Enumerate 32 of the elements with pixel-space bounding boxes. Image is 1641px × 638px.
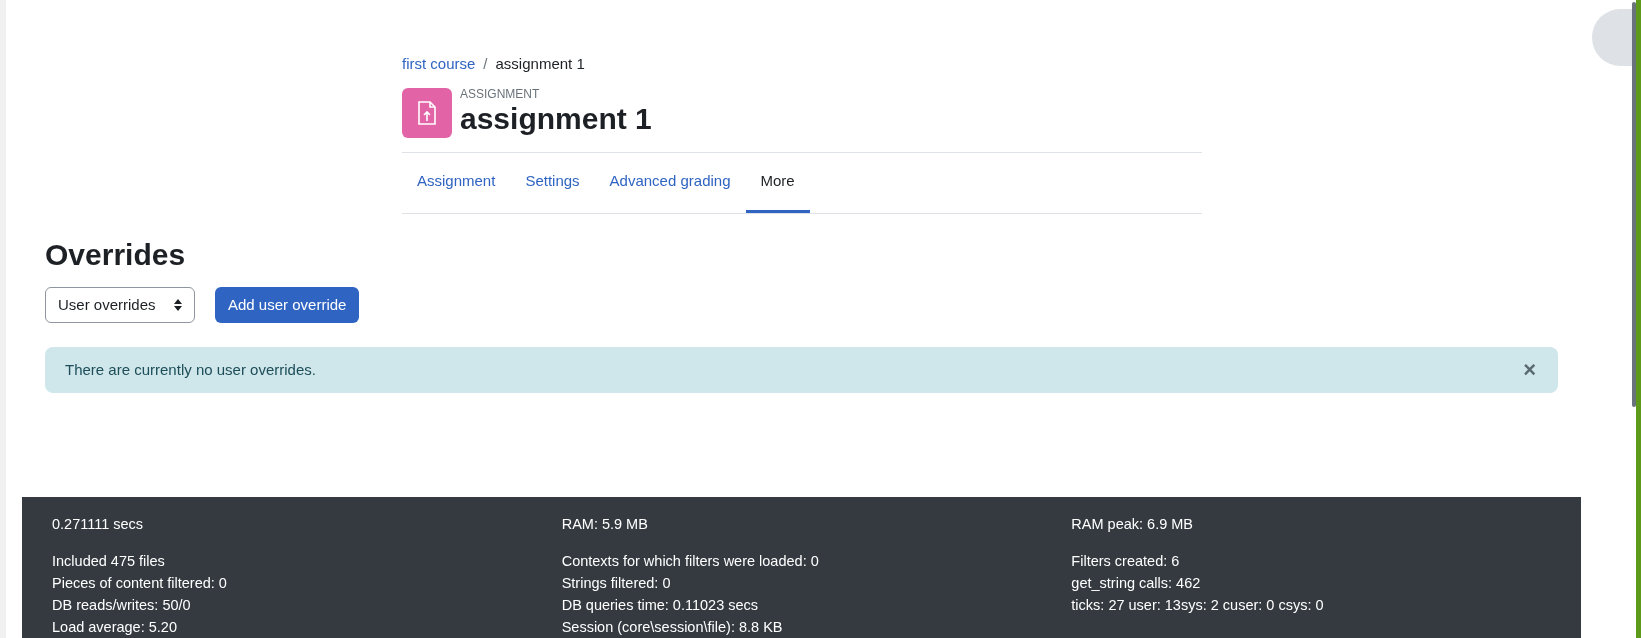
footer-stat: RAM peak: 6.9 MB <box>1071 515 1194 534</box>
file-upload-icon <box>402 88 452 138</box>
footer-stat: DB reads/writes: 50/0 <box>52 596 192 615</box>
activity-type-label: ASSIGNMENT <box>460 88 541 101</box>
nav-tab[interactable]: More <box>745 153 810 213</box>
footer-stat: Filters created: 6 <box>1071 552 1181 571</box>
alert-message: There are currently no user overrides. <box>65 359 316 380</box>
override-type-select[interactable]: User overrides <box>45 287 195 323</box>
nav-tab[interactable]: Assignment <box>402 153 511 213</box>
nav-tab[interactable]: Settings <box>510 153 595 213</box>
footer-stat: DB queries time: 0.11023 secs <box>561 596 760 615</box>
footer-stat: Included 475 files <box>52 552 166 571</box>
footer-stat: Load average: 5.20 <box>52 618 178 637</box>
page-heading: Overrides <box>45 237 187 273</box>
footer-stat: ticks: 27 user: 13sys: 2 cuser: 0 csys: 0 <box>1071 596 1325 615</box>
breadcrumb-current: assignment 1 <box>495 53 585 74</box>
footer-stat: Pieces of content filtered: 0 <box>52 574 228 593</box>
drawer-toggle[interactable] <box>1592 9 1632 66</box>
footer-stat: Strings filtered: 0 <box>561 574 672 593</box>
scrollbar[interactable] <box>1632 2 1636 407</box>
sort-caret-icon <box>174 299 182 311</box>
page-title: assignment 1 <box>460 101 652 138</box>
footer-stat: get_string calls: 462 <box>1071 574 1202 593</box>
footer-stat: 0.271111 secs <box>52 515 145 534</box>
nav-tab[interactable]: Advanced grading <box>594 153 746 213</box>
footer-stat: Session (core\session\file): 8.8 KB <box>561 618 784 637</box>
footer-stat: Contexts for which filters were loaded: 0 <box>561 552 820 571</box>
footer-stat: RAM: 5.9 MB <box>561 515 649 534</box>
breadcrumb-link[interactable]: first course <box>402 52 476 76</box>
add-user-override-button[interactable]: Add user override <box>215 287 360 323</box>
close-button[interactable]: × <box>1523 359 1536 381</box>
breadcrumb-separator: / <box>483 53 488 74</box>
